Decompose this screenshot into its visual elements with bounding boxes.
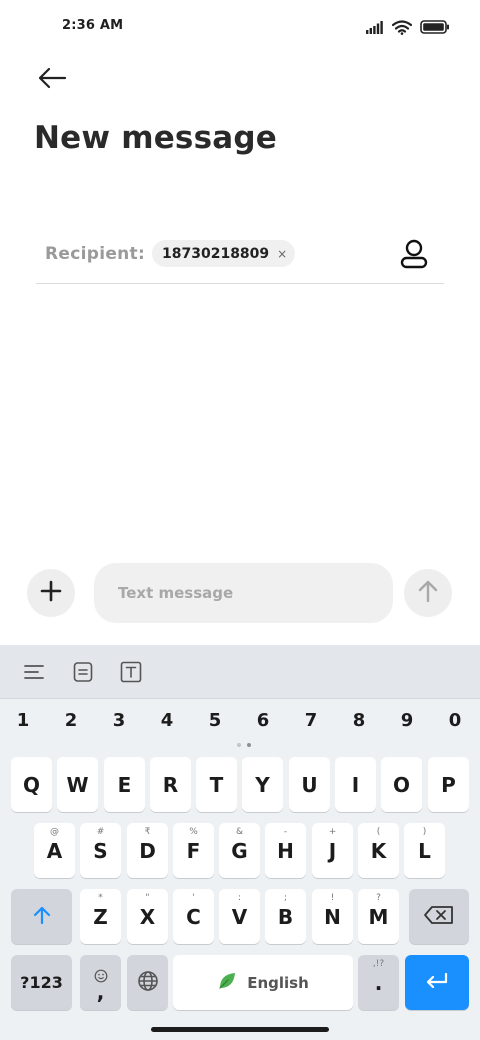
shift-arrow-icon [32,905,52,929]
key-e[interactable]: E [104,757,145,812]
key-u[interactable]: U [289,757,330,812]
key-r[interactable]: R [150,757,191,812]
key-v[interactable]: :V [219,889,260,944]
contact-button[interactable] [396,238,432,274]
clipboard-icon[interactable] [70,659,96,685]
number-row: 1 2 3 4 5 6 7 8 9 0 [0,707,480,735]
message-input[interactable] [94,563,393,623]
key-p[interactable]: P [428,757,469,812]
key-d[interactable]: ₹ D [127,823,168,878]
num-key[interactable]: 0 [440,707,470,735]
key-k[interactable]: (K [358,823,399,878]
key-h[interactable]: -H [265,823,306,878]
key-i[interactable]: I [335,757,376,812]
key-l[interactable]: ) L [404,823,445,878]
signal-icon [366,20,384,34]
key-w[interactable]: W [57,757,98,812]
wifi-icon [392,19,412,35]
keyboard-page-dots [237,743,251,747]
globe-icon [137,970,159,996]
leaf-icon [217,971,237,995]
key-n[interactable]: ! N [312,889,353,944]
key-f[interactable]: % F [173,823,214,878]
key-g[interactable]: & G [219,823,260,878]
send-arrow-icon [417,579,439,607]
symbols-key[interactable]: ?123 [11,955,72,1010]
enter-key[interactable] [405,955,469,1010]
num-key[interactable]: 4 [152,707,182,735]
key-x[interactable]: " X [127,889,168,944]
backspace-key[interactable] [409,889,469,944]
home-indicator[interactable] [151,1027,329,1032]
num-key[interactable]: 3 [104,707,134,735]
text-format-icon[interactable] [118,659,144,685]
back-button[interactable] [34,64,70,96]
num-key[interactable]: 5 [200,707,230,735]
num-key[interactable]: 9 [392,707,422,735]
keyboard: 1 2 3 4 5 6 7 8 9 0 Q W E R T Y U I O P … [0,645,480,1040]
num-key[interactable]: 8 [344,707,374,735]
backspace-icon [423,905,455,929]
recipient-row: Recipient: 18730218809 × [36,236,444,284]
key-s[interactable]: # S [80,823,121,878]
menu-icon[interactable] [21,659,47,685]
shift-key[interactable] [11,889,72,944]
recipient-chip-text: 18730218809 [162,245,270,262]
space-key-label: English [247,973,309,992]
num-key[interactable]: 7 [296,707,326,735]
comma-key[interactable]: , [80,955,121,1010]
key-j[interactable]: + J [312,823,353,878]
status-icons [366,18,450,36]
plus-icon [40,580,62,606]
key-y[interactable]: Y [242,757,283,812]
recipient-label: Recipient: [45,244,146,264]
back-arrow-icon [37,67,67,93]
key-b[interactable]: ; B [265,889,306,944]
battery-icon [420,20,450,34]
period-key[interactable]: ,!? . [358,955,399,1010]
space-key[interactable]: English [173,955,353,1010]
status-bar: 2:36 AM [0,0,480,52]
key-q[interactable]: Q [11,757,52,812]
num-key[interactable]: 2 [56,707,86,735]
key-m[interactable]: ? M [358,889,399,944]
key-a[interactable]: @ A [34,823,75,878]
language-key[interactable] [127,955,168,1010]
key-c[interactable]: ' C [173,889,214,944]
page-title: New message [34,120,277,156]
key-t[interactable]: T [196,757,237,812]
key-o[interactable]: O [381,757,422,812]
recipient-chip[interactable]: 18730218809 × [152,240,296,267]
chip-close-icon[interactable]: × [277,247,287,261]
contact-icon [400,239,428,273]
key-z[interactable]: * Z [80,889,121,944]
attach-button[interactable] [27,569,75,617]
enter-icon [424,971,450,995]
send-button[interactable] [404,569,452,617]
num-key[interactable]: 6 [248,707,278,735]
keyboard-toolbar [0,645,480,699]
num-key[interactable]: 1 [8,707,38,735]
status-time: 2:36 AM [62,18,124,33]
